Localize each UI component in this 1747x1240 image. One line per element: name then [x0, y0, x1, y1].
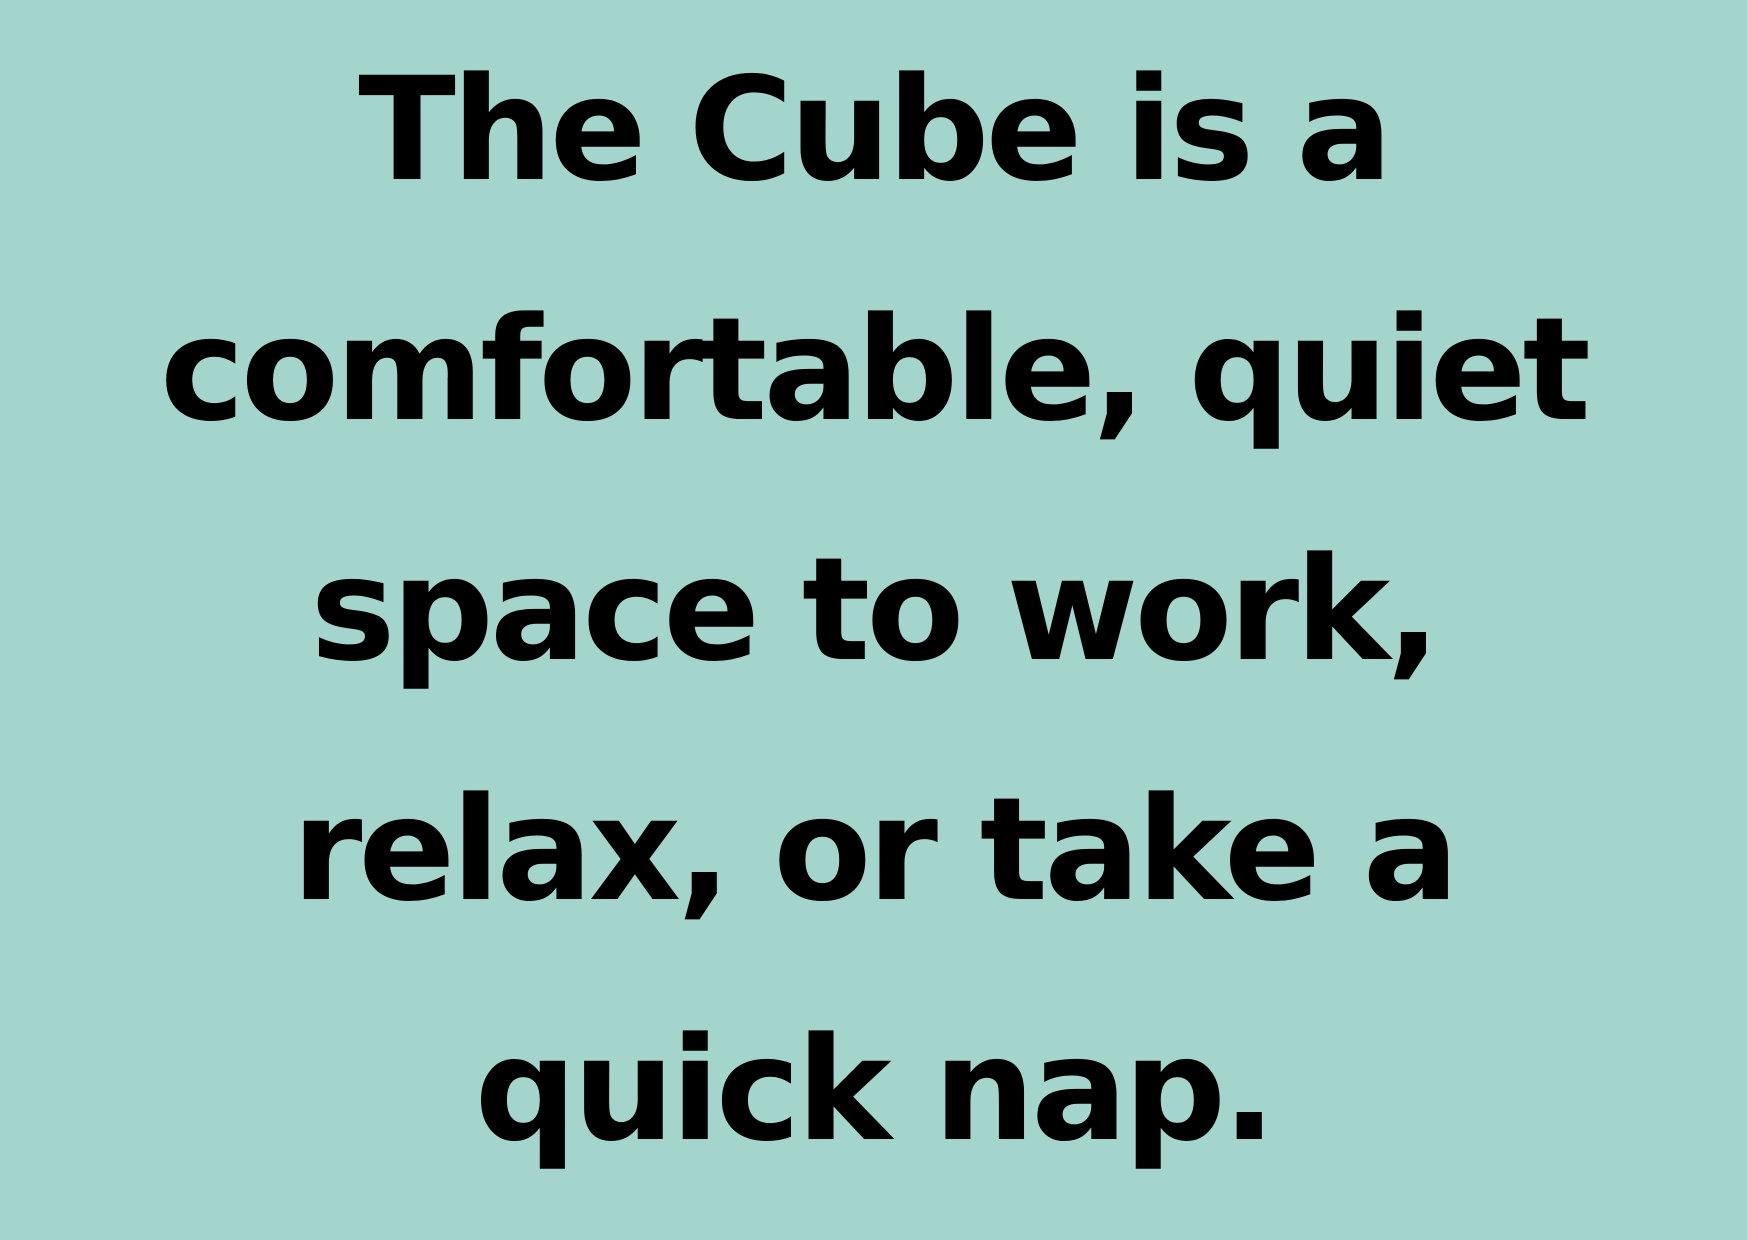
quote-line-5: quick nap.: [474, 1006, 1277, 1173]
quote-line-4: relax, or take a: [291, 766, 1459, 933]
quote-text: The Cube is a comfortable, quiet space t…: [0, 10, 1747, 1210]
quote-line-3: space to work,: [310, 526, 1440, 693]
quote-line-1: The Cube is a: [358, 46, 1392, 213]
poster-canvas: The Cube is a comfortable, quiet space t…: [0, 0, 1747, 1240]
quote-line-2: comfortable, quiet: [160, 286, 1591, 453]
